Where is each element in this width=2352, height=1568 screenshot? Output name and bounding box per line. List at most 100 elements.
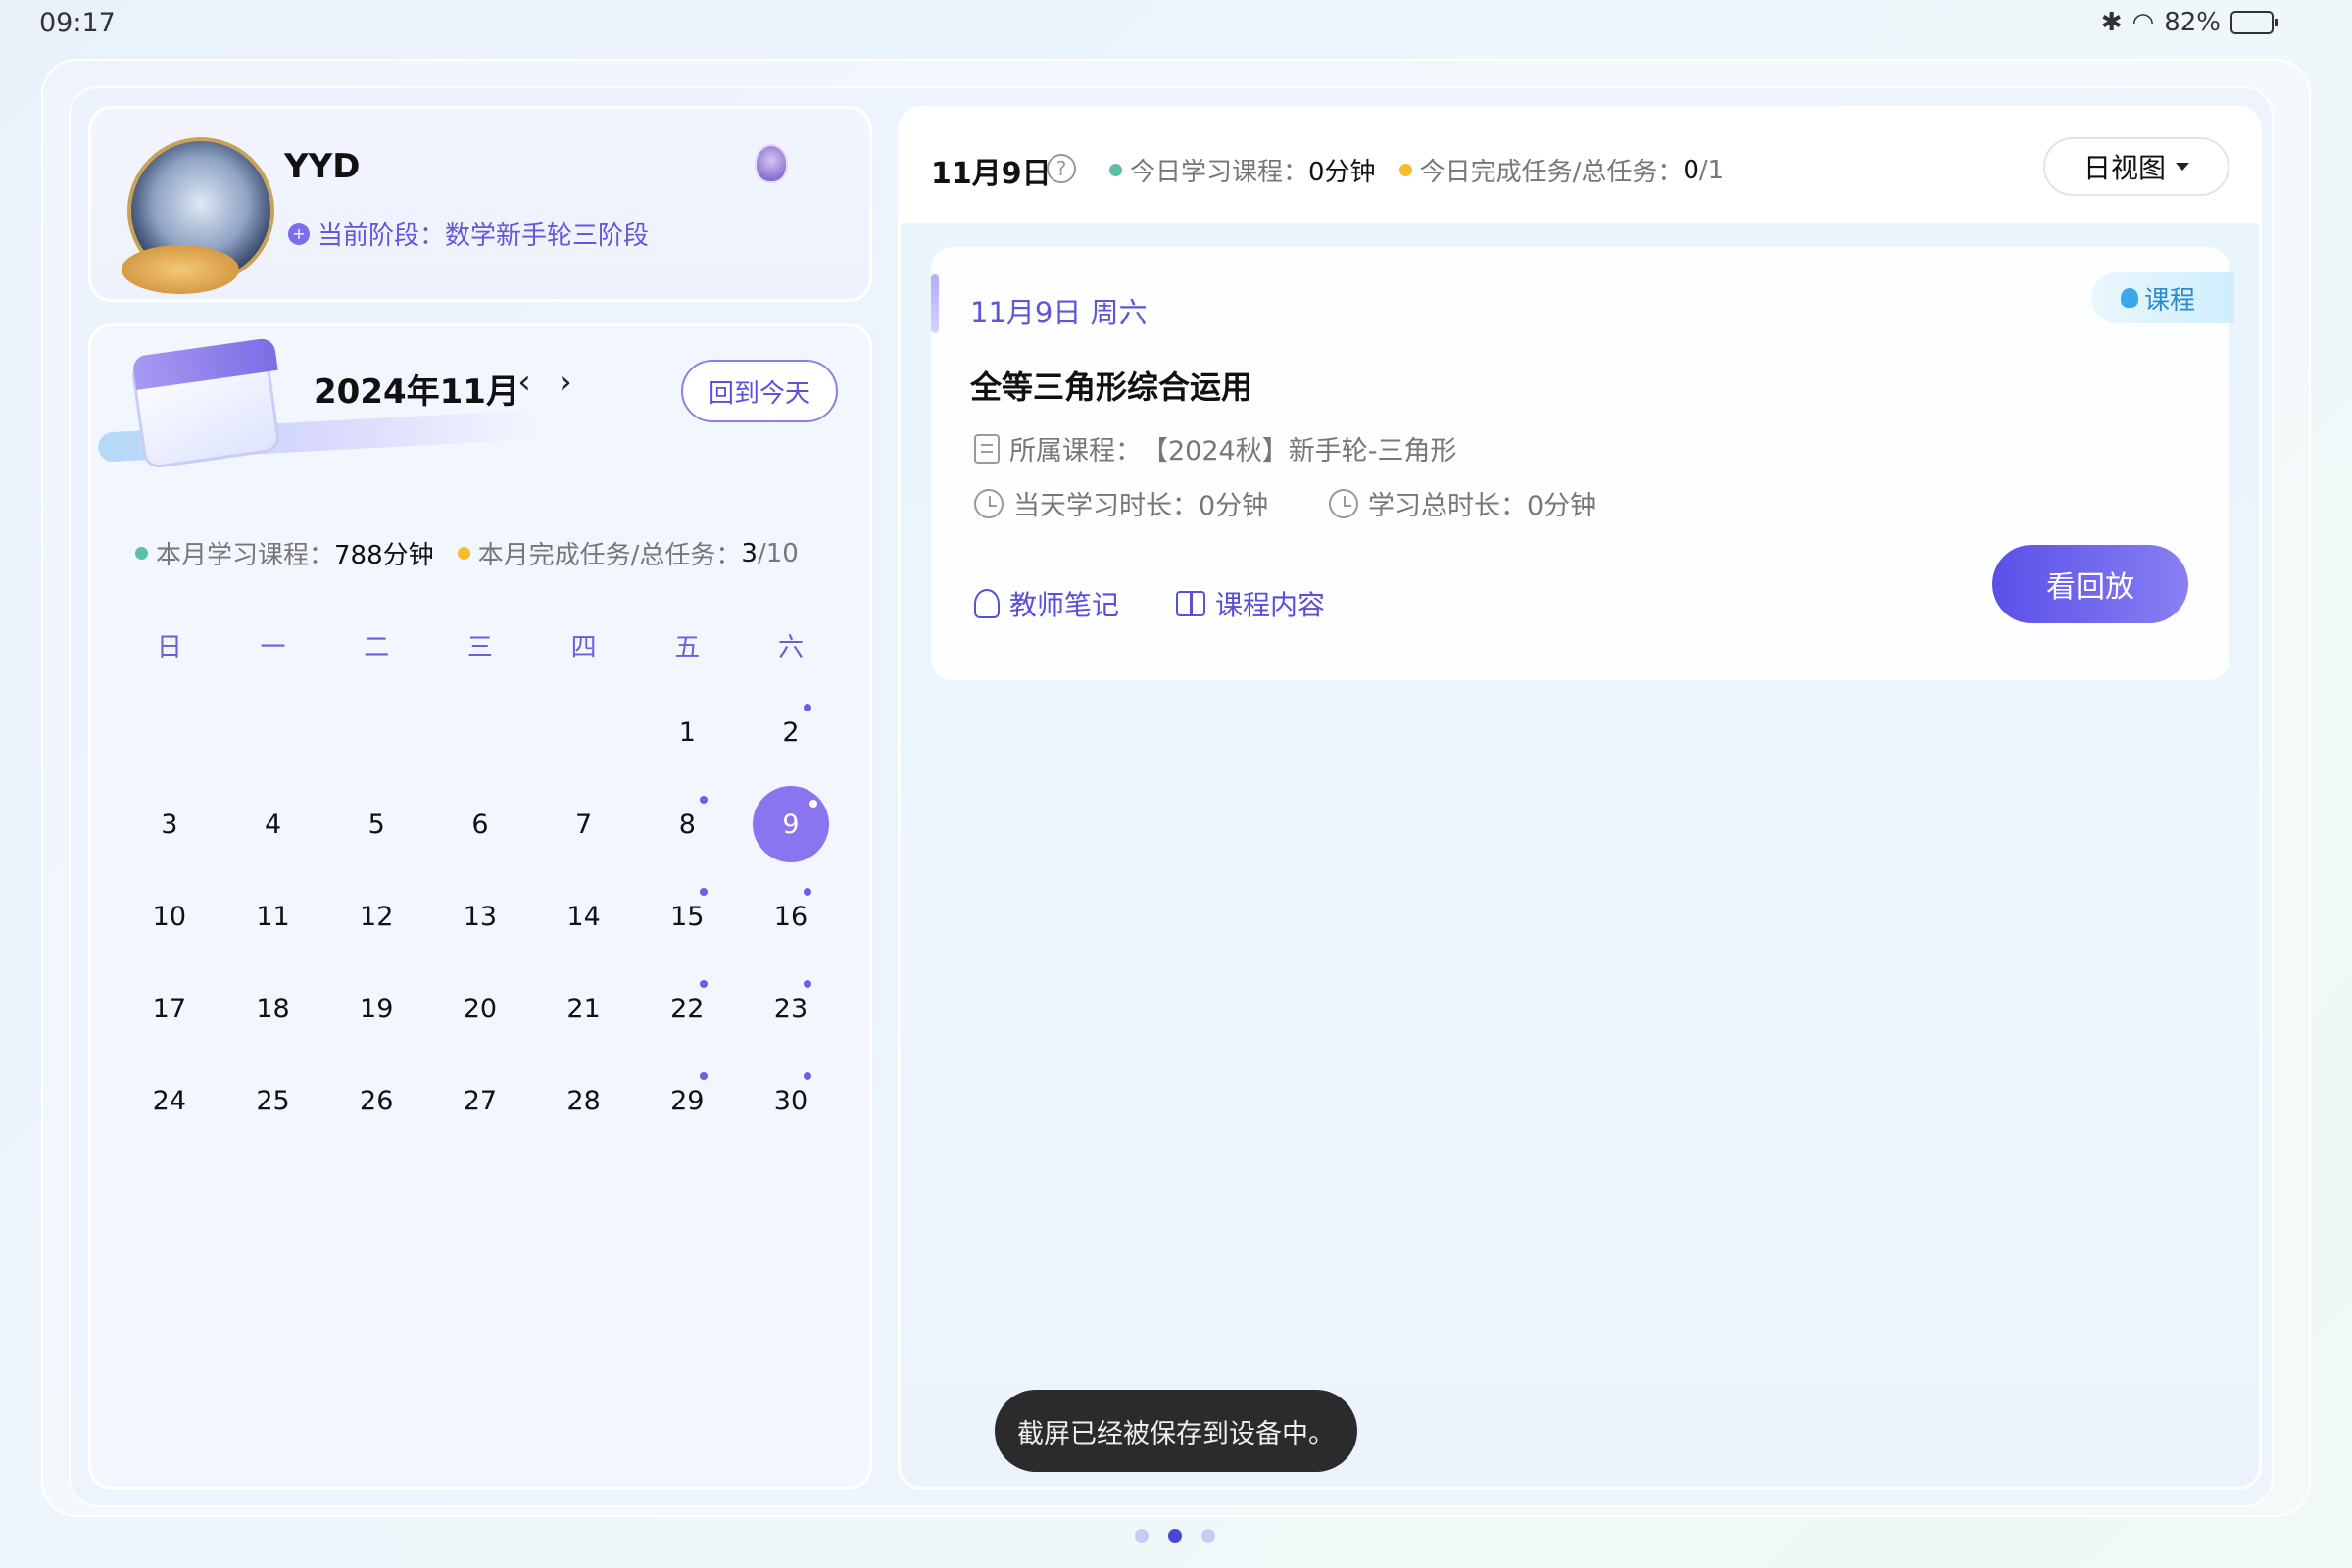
calendar-day[interactable]: 18 [221,962,325,1054]
page-dot[interactable] [1135,1529,1149,1543]
calendar-day-number: 27 [463,1085,498,1116]
course-tag-label: 课程 [2144,285,2196,316]
calendar-day-number: 10 [152,901,187,932]
course-belongs-value: 【2024秋】新手轮-三角形 [1142,436,1457,466]
calendar-day-selected[interactable]: 9 [739,778,843,870]
calendar-day-number: 11 [256,901,290,932]
calendar-day[interactable]: 2 [739,686,843,778]
day-duration-label: 当天学习时长： [1013,491,1199,521]
calendar-day-number: 4 [264,808,282,840]
prev-month-button[interactable]: ‹ [510,363,539,402]
status-bar: 09:17 ✱ ◠ 82% [0,0,2352,49]
calendar-day[interactable]: 21 [532,962,636,1054]
calendar-day[interactable]: 30 [739,1054,843,1147]
selected-date: 11月9日 [931,157,1052,191]
calendar-day[interactable]: 6 [428,778,532,870]
course-belongs-label: 所属课程： [1009,436,1142,466]
activity-dot-icon [700,796,709,804]
calendar-day[interactable]: 12 [324,870,428,962]
study-dot-icon [135,547,148,560]
calendar-day[interactable]: 17 [118,962,221,1054]
page-indicator[interactable] [1135,1529,1215,1543]
calendar-day-number: 25 [256,1085,290,1116]
calendar-day[interactable]: 11 [221,870,325,962]
day-stats: 今日学习课程： 0分钟 今日完成任务/总任务： 0/1 [1109,152,1724,188]
calendar-day[interactable]: 27 [428,1054,532,1147]
calendar-blank [428,686,532,778]
calendar-day[interactable]: 24 [118,1054,221,1147]
watch-replay-button[interactable]: 看回放 [1992,545,2188,623]
calendar-day[interactable]: 22 [635,962,739,1054]
calendar-day[interactable]: 28 [532,1054,636,1147]
avatar[interactable] [122,137,274,294]
month-study-value: 788分钟 [334,541,434,570]
month-task-value: 3/10 [741,539,798,568]
calendar-day-number: 8 [649,786,725,862]
calendar-day[interactable]: 8 [635,778,739,870]
calendar-day[interactable]: 25 [221,1054,325,1147]
month-task-total: /10 [757,538,799,568]
calendar-day-number: 26 [360,1085,394,1116]
lightbulb-icon [2121,288,2138,308]
calendar-day[interactable]: 26 [324,1054,428,1147]
calendar-day[interactable]: 3 [118,778,221,870]
calendar-day-number: 19 [360,993,394,1024]
teacher-notes-label: 教师笔记 [1009,589,1120,621]
screenshot-toast: 截屏已经被保存到设备中。 [995,1390,1357,1472]
status-time: 09:17 [39,8,116,38]
page-dot[interactable] [1168,1529,1182,1543]
month-study-label: 本月学习课程： [156,541,335,570]
view-mode-dropdown[interactable]: 日视图 [2043,137,2230,196]
calendar-day-number: 14 [566,901,601,932]
calendar-day-number: 17 [152,993,187,1024]
day-duration-row: 当天学习时长： 0分钟 [974,484,1268,522]
calendar-day[interactable]: 5 [324,778,428,870]
calendar-day[interactable]: 20 [428,962,532,1054]
calendar-day[interactable]: 4 [221,778,325,870]
course-date: 11月9日 周六 [970,296,1148,329]
day-task-total: /1 [1698,155,1725,185]
calendar-day[interactable]: 19 [324,962,428,1054]
calendar-day[interactable]: 23 [739,962,843,1054]
calendar-day-number: 16 [753,878,829,955]
calendar-day-number: 23 [753,970,829,1047]
calendar-day[interactable]: 16 [739,870,843,962]
activity-dot-icon [803,888,811,896]
weekday-label: 日 [156,633,182,662]
calendar-day-number: 22 [649,970,725,1047]
weekday-label: 三 [466,633,493,662]
calendar-day[interactable]: 14 [532,870,636,962]
calendar-blank [324,686,428,778]
help-icon[interactable]: ? [1047,154,1076,183]
calendar-day-number: 3 [161,808,178,840]
calendar-day[interactable]: 15 [635,870,739,962]
calendar-day[interactable]: 13 [428,870,532,962]
weekday-label: 五 [674,633,701,662]
calendar-day[interactable]: 29 [635,1054,739,1147]
month-task-done: 3 [741,538,758,568]
stage-icon: + [288,222,310,245]
calendar-day[interactable]: 7 [532,778,636,870]
teacher-notes-button[interactable]: 教师笔记 [974,584,1119,623]
course-content-label: 课程内容 [1215,589,1326,621]
history-icon [1329,488,1358,518]
back-to-today-button[interactable]: 回到今天 [681,360,838,422]
activity-dot-icon [700,888,709,896]
status-icons: ✱ ◠ 82% [2101,8,2278,37]
book-icon [1176,591,1205,616]
current-stage[interactable]: + 当前阶段：数学新手轮三阶段 [288,216,649,252]
badge-icon[interactable] [755,144,788,183]
weekday-label: 六 [777,633,804,662]
day-task-done: 0 [1683,155,1699,185]
calendar-illustration-icon [127,333,284,470]
caret-down-icon [2176,163,2189,171]
calendar-day[interactable]: 10 [118,870,221,962]
next-month-button[interactable]: › [551,363,580,402]
day-task-label: 今日完成任务/总任务： [1419,158,1684,187]
calendar-day-number: 21 [566,993,601,1024]
activity-dot-icon [700,980,709,988]
calendar-day[interactable]: 1 [635,686,739,778]
page-dot[interactable] [1201,1529,1215,1543]
course-accent-bar [931,274,939,333]
course-content-button[interactable]: 课程内容 [1176,584,1325,623]
